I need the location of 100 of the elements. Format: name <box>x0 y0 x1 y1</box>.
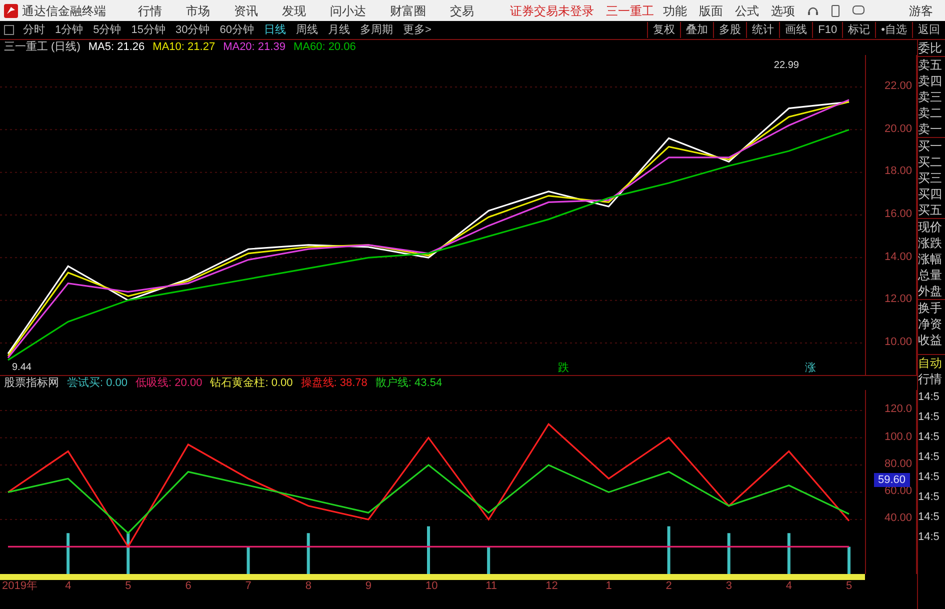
trade-time: 14:5 <box>918 470 940 485</box>
axis-label: 20.00 <box>884 124 912 135</box>
bar <box>787 533 790 574</box>
toolbar-button[interactable]: •自选 <box>875 22 912 38</box>
toolbar-button[interactable]: 复权 <box>647 22 680 38</box>
quote-label: 涨幅 <box>918 251 943 267</box>
quote-label: 现价 <box>918 218 945 235</box>
mode-label: 自动 <box>918 354 945 371</box>
login-status: 证券交易未登录 <box>510 2 594 20</box>
stock-name: 三一重工 <box>606 2 654 20</box>
date-label: 2 <box>666 581 672 592</box>
menu-item[interactable]: 发现 <box>282 2 306 20</box>
headset-icon[interactable] <box>807 4 819 16</box>
logo-icon <box>4 4 18 18</box>
legend-item: MA60: 20.06 <box>293 40 356 56</box>
legend-item: MA10: 21.27 <box>152 40 216 56</box>
indicator-title: 股票指标网 <box>4 376 59 391</box>
axis-label: 12.00 <box>884 294 912 306</box>
axis-label: 22.00 <box>884 81 912 92</box>
date-label: 9 <box>365 581 372 592</box>
quote-label: 净资 <box>918 316 943 332</box>
quote-label: 买四 <box>918 186 943 202</box>
period-tab[interactable]: 周线 <box>291 22 323 38</box>
quote-label: 换手 <box>918 299 945 316</box>
menu-item[interactable]: 财富圈 <box>390 2 426 20</box>
toolbar-button[interactable]: 叠加 <box>680 22 714 38</box>
quote-label: 委比 <box>918 40 943 56</box>
axis-label: 10.00 <box>884 337 912 348</box>
legend-item: MA20: 21.39 <box>223 40 286 56</box>
menu-item[interactable]: 行情 <box>138 2 162 20</box>
date-label: 8 <box>305 581 312 592</box>
mode-label: 行情 <box>918 371 943 387</box>
axis-label: 80.00 <box>884 458 912 470</box>
low-label: 9.44 <box>12 362 32 373</box>
toolbar-button[interactable]: 返回 <box>912 22 945 38</box>
period-tab[interactable]: 多周期 <box>355 22 398 38</box>
quote-label: 卖二 <box>918 105 943 121</box>
date-label: 3 <box>726 581 732 592</box>
message-icon[interactable] <box>852 5 865 16</box>
panel-toggle-icon[interactable] <box>4 25 14 35</box>
menu-item[interactable]: 资讯 <box>234 2 258 20</box>
trade-time: 14:5 <box>918 490 940 505</box>
axis-label: 16.00 <box>884 209 912 220</box>
legend-item: 钻石黄金柱: 0.00 <box>210 376 293 391</box>
trade-time: 14:5 <box>918 510 940 525</box>
legend-item: 尝试买: 0.00 <box>67 376 128 391</box>
toolbar-button[interactable]: 多股 <box>713 22 746 38</box>
quote-label: 买一 <box>918 137 945 154</box>
phone-icon[interactable] <box>831 4 840 16</box>
legend-item: 操盘线: 38.78 <box>300 376 368 391</box>
period-tab[interactable]: 分时 <box>18 22 50 38</box>
period-tab[interactable]: 60分钟 <box>214 22 259 38</box>
trade-time: 14:5 <box>918 430 940 445</box>
period-tab[interactable]: 日线 <box>259 22 291 38</box>
user-name: 游客 <box>909 2 933 20</box>
period-tab[interactable]: 月线 <box>323 22 355 38</box>
axis-label: 14.00 <box>884 252 912 263</box>
period-tab[interactable]: 更多> <box>398 22 436 38</box>
toolbar-button[interactable]: 画线 <box>779 22 812 38</box>
bar <box>246 546 250 574</box>
toolbar-button[interactable]: 统计 <box>746 22 780 38</box>
menu-item[interactable]: 问小达 <box>330 2 366 20</box>
toolbar-button[interactable]: F10 <box>812 22 842 38</box>
date-label: 6 <box>185 581 192 592</box>
quote-label: 收益 <box>918 332 943 348</box>
trade-time: 14:5 <box>918 450 940 465</box>
stock-title: 三一重工 (日线) <box>4 40 80 56</box>
toolbar-button[interactable]: 标记 <box>842 22 876 38</box>
quote-label: 卖四 <box>918 73 943 89</box>
menu-item[interactable]: 交易 <box>450 2 474 20</box>
menu-item[interactable]: 功能 <box>663 2 687 20</box>
bar <box>667 526 670 574</box>
signal-marker: 跌 <box>558 362 569 374</box>
period-tab[interactable]: 1分钟 <box>50 22 88 38</box>
period-tab[interactable]: 15分钟 <box>126 22 170 38</box>
trade-time: 14:5 <box>918 390 940 405</box>
menu-item[interactable]: 公式 <box>735 2 759 20</box>
axis-label: 40.00 <box>884 513 912 524</box>
date-label: 5 <box>125 581 132 592</box>
axis-label: 120.0 <box>884 404 912 416</box>
date-label: 11 <box>486 581 497 592</box>
quote-label: 卖五 <box>918 56 945 73</box>
date-label: 5 <box>846 581 852 592</box>
menu-item[interactable]: 版面 <box>699 2 723 20</box>
quote-label: 卖三 <box>918 89 943 105</box>
bar <box>487 546 490 574</box>
period-tab[interactable]: 5分钟 <box>88 22 126 38</box>
high-label: 22.99 <box>774 60 799 71</box>
bar <box>427 526 430 574</box>
axis-label: 100.0 <box>884 432 912 443</box>
period-tab[interactable]: 30分钟 <box>170 22 215 38</box>
quote-label: 买三 <box>918 170 943 186</box>
legend-item: 低吸线: 20.00 <box>136 376 202 391</box>
trade-time: 14:5 <box>918 530 940 545</box>
quote-label: 涨跌 <box>918 235 943 251</box>
legend-item: MA5: 21.26 <box>88 40 145 56</box>
menu-item[interactable]: 市场 <box>186 2 210 20</box>
date-label: 4 <box>65 581 72 592</box>
quote-label: 卖一 <box>918 121 943 137</box>
menu-item[interactable]: 选项 <box>771 2 795 20</box>
